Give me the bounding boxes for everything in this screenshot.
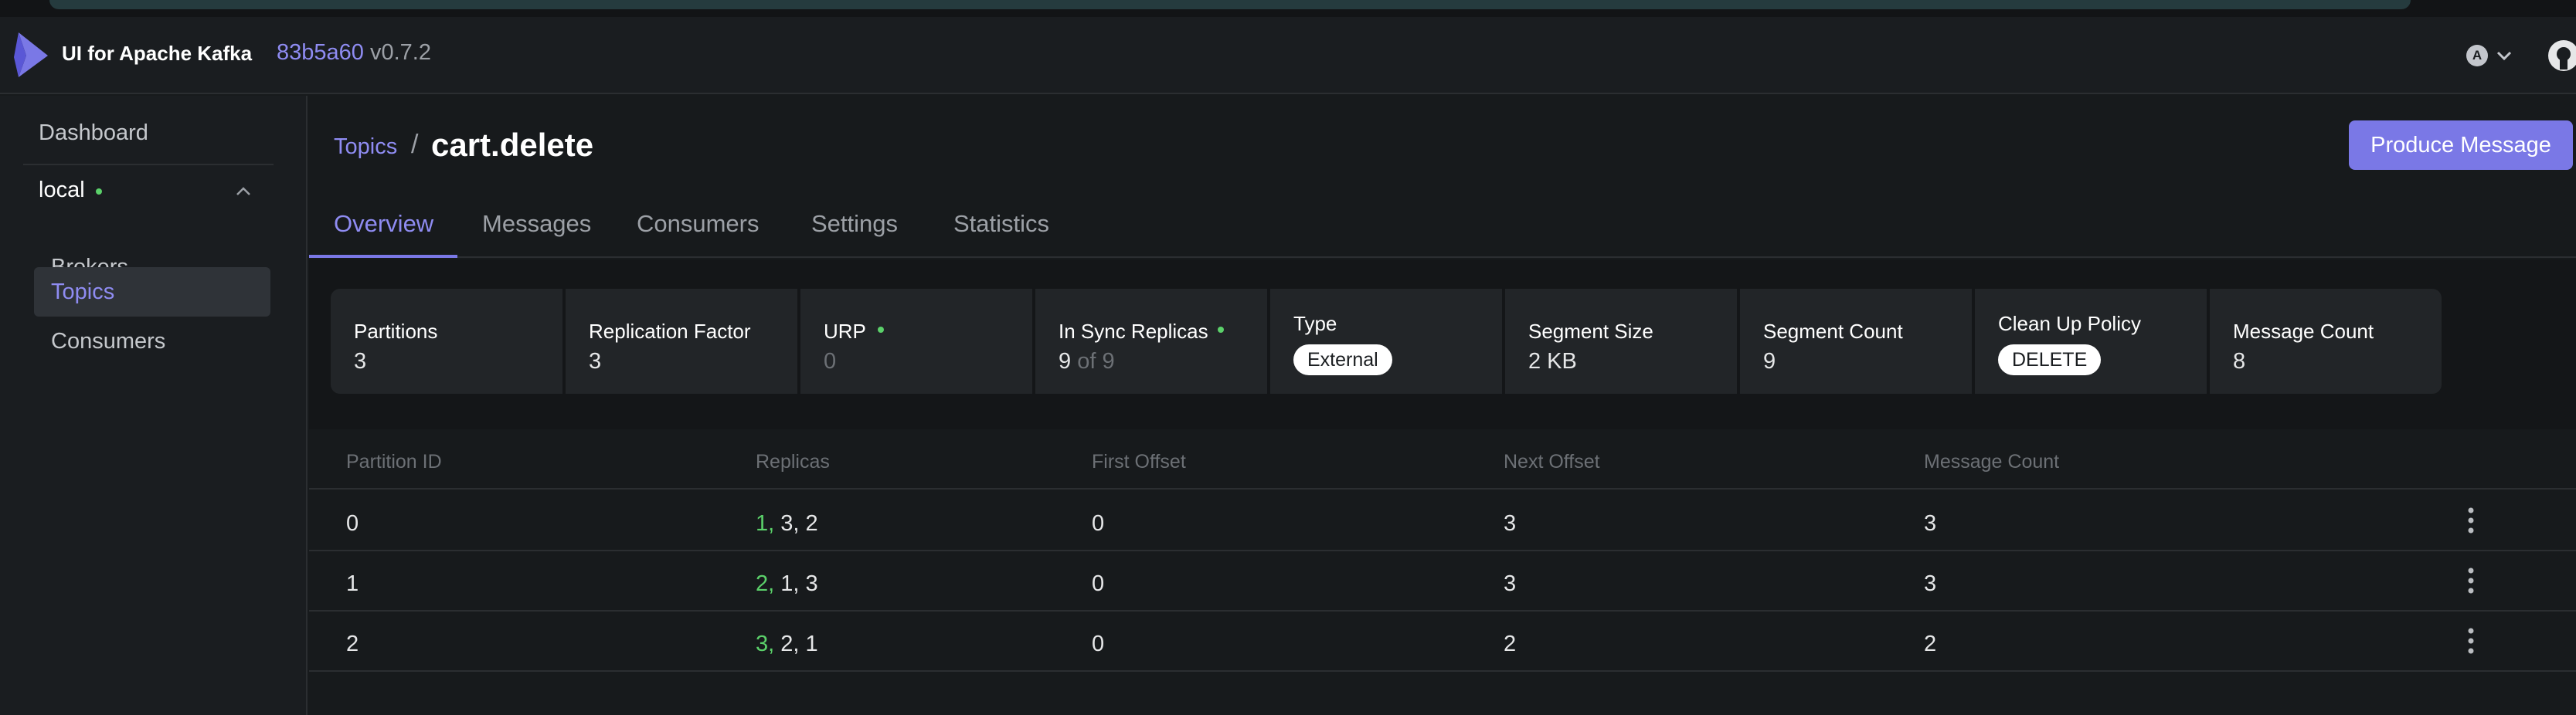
stat-partitions: Partitions 3 bbox=[331, 289, 562, 394]
cell-first-offset: 0 bbox=[1092, 571, 1105, 596]
column-first-offset[interactable]: First Offset bbox=[1092, 451, 1186, 473]
table-row[interactable]: 1 2, 1, 3 0 3 3 bbox=[309, 551, 2576, 612]
app-version: 83b5a60 v0.7.2 bbox=[277, 40, 431, 66]
stat-label: Partitions bbox=[354, 320, 438, 343]
cell-next-offset: 2 bbox=[1504, 632, 1517, 656]
tab-statistics[interactable]: Statistics bbox=[953, 210, 1049, 238]
stat-cleanup-policy: Clean Up Policy DELETE bbox=[1975, 289, 2207, 394]
stat-value: 3 bbox=[589, 349, 602, 374]
app-brand[interactable]: UI for Apache Kafka bbox=[62, 42, 252, 66]
isr-status-dot bbox=[1218, 327, 1224, 333]
tab-overview[interactable]: Overview bbox=[334, 210, 433, 238]
main-content: Topics / cart.delete Produce Message Ove… bbox=[309, 96, 2576, 715]
stat-replication-factor: Replication Factor 3 bbox=[566, 289, 797, 394]
sidebar-item-consumers[interactable]: Consumers bbox=[34, 317, 270, 366]
more-vertical-icon[interactable] bbox=[2465, 565, 2477, 596]
stat-label: Replication Factor bbox=[589, 320, 751, 343]
cell-replicas: 3, 2, 1 bbox=[756, 632, 818, 657]
leader-replica: 1, bbox=[756, 511, 775, 536]
chevron-up-icon[interactable] bbox=[235, 185, 252, 198]
breadcrumb-topics-link[interactable]: Topics bbox=[334, 134, 397, 160]
sidebar-item-topics[interactable]: Topics bbox=[34, 267, 270, 317]
stat-label: Message Count bbox=[2233, 320, 2374, 343]
cell-replicas: 2, 1, 3 bbox=[756, 571, 818, 597]
cell-replicas: 1, 3, 2 bbox=[756, 511, 818, 537]
user-menu[interactable]: A bbox=[2466, 43, 2520, 68]
stat-value: 9 of 9 bbox=[1059, 349, 1115, 374]
stat-message-count: Message Count 8 bbox=[2210, 289, 2442, 394]
other-replicas: 3, 2 bbox=[780, 511, 818, 536]
breadcrumb-separator: / bbox=[411, 130, 419, 159]
stat-label: Clean Up Policy bbox=[1998, 312, 2141, 335]
other-replicas: 1, 3 bbox=[780, 571, 818, 596]
tab-consumers[interactable]: Consumers bbox=[637, 210, 760, 238]
cell-partition: 2 bbox=[346, 632, 359, 656]
sidebar-divider bbox=[23, 164, 274, 165]
cell-message-count: 3 bbox=[1924, 571, 1937, 596]
table-row[interactable]: 2 3, 2, 1 0 2 2 bbox=[309, 612, 2576, 672]
stat-value: 2 KB bbox=[1528, 349, 1577, 374]
stat-label: URP bbox=[824, 320, 866, 343]
stat-label: Type bbox=[1293, 312, 1337, 335]
app-header: UI for Apache Kafka 83b5a60 v0.7.2 A bbox=[0, 17, 2576, 94]
other-replicas: 2, 1 bbox=[780, 632, 818, 656]
cell-message-count: 3 bbox=[1924, 511, 1937, 536]
page-title: cart.delete bbox=[431, 127, 594, 163]
stat-value: 3 bbox=[354, 349, 367, 374]
column-next-offset[interactable]: Next Offset bbox=[1504, 451, 1600, 473]
cleanup-policy-badge: DELETE bbox=[1998, 344, 2102, 375]
column-message-count[interactable]: Message Count bbox=[1924, 451, 2059, 473]
sidebar-item-dashboard[interactable]: Dashboard bbox=[39, 120, 148, 146]
stat-value: 9 bbox=[1763, 349, 1776, 374]
leader-replica: 3, bbox=[756, 632, 775, 656]
column-replicas[interactable]: Replicas bbox=[756, 451, 830, 473]
stat-segment-size: Segment Size 2 KB bbox=[1505, 289, 1737, 394]
kafka-logo-icon[interactable] bbox=[12, 31, 51, 79]
stat-in-sync-replicas: In Sync Replicas 9 of 9 bbox=[1035, 289, 1267, 394]
avatar: A bbox=[2466, 45, 2488, 66]
cell-next-offset: 3 bbox=[1504, 511, 1517, 536]
more-vertical-icon[interactable] bbox=[2465, 505, 2477, 536]
cell-partition: 0 bbox=[346, 511, 359, 536]
stat-segment-count: Segment Count 9 bbox=[1740, 289, 1972, 394]
column-partition-id[interactable]: Partition ID bbox=[346, 451, 442, 473]
stat-label: Segment Count bbox=[1763, 320, 1903, 343]
cell-message-count: 2 bbox=[1924, 632, 1937, 656]
cell-next-offset: 3 bbox=[1504, 571, 1517, 596]
tab-settings[interactable]: Settings bbox=[811, 210, 898, 238]
cell-first-offset: 0 bbox=[1092, 632, 1105, 656]
stat-value: 8 bbox=[2233, 349, 2246, 374]
browser-address-bar bbox=[49, 0, 2411, 9]
sidebar-cluster-local[interactable]: local bbox=[39, 178, 85, 203]
tab-messages[interactable]: Messages bbox=[482, 210, 591, 238]
sidebar: Dashboard local Brokers Topics Consumers bbox=[0, 96, 308, 715]
more-vertical-icon[interactable] bbox=[2465, 625, 2477, 656]
stat-label: Segment Size bbox=[1528, 320, 1653, 343]
table-row[interactable]: 0 1, 3, 2 0 3 3 bbox=[309, 491, 2576, 551]
stat-value: 0 bbox=[824, 349, 837, 374]
type-badge: External bbox=[1293, 344, 1392, 375]
chevron-down-icon bbox=[2496, 51, 2512, 61]
isr-count: 9 bbox=[1059, 349, 1072, 374]
version-hash-link[interactable]: 83b5a60 bbox=[277, 40, 364, 65]
cell-first-offset: 0 bbox=[1092, 511, 1105, 536]
version-number: v0.7.2 bbox=[369, 40, 431, 65]
browser-top-strip bbox=[0, 0, 2576, 17]
produce-message-button[interactable]: Produce Message bbox=[2349, 120, 2573, 170]
stat-label: In Sync Replicas bbox=[1059, 320, 1208, 343]
table-header: Partition ID Replicas First Offset Next … bbox=[309, 429, 2576, 490]
isr-total: of 9 bbox=[1077, 349, 1115, 374]
github-icon[interactable] bbox=[2547, 39, 2576, 73]
urp-status-dot bbox=[878, 327, 884, 333]
leader-replica: 2, bbox=[756, 571, 775, 596]
cluster-status-dot bbox=[96, 188, 102, 195]
cell-partition: 1 bbox=[346, 571, 359, 596]
topic-tabs: Overview Messages Consumers Settings Sta… bbox=[309, 204, 2576, 258]
topic-stats: Partitions 3 Replication Factor 3 URP 0 … bbox=[309, 259, 2576, 429]
active-tab-indicator bbox=[309, 255, 457, 258]
stat-urp: URP 0 bbox=[800, 289, 1032, 394]
stat-type: Type External bbox=[1270, 289, 1502, 394]
